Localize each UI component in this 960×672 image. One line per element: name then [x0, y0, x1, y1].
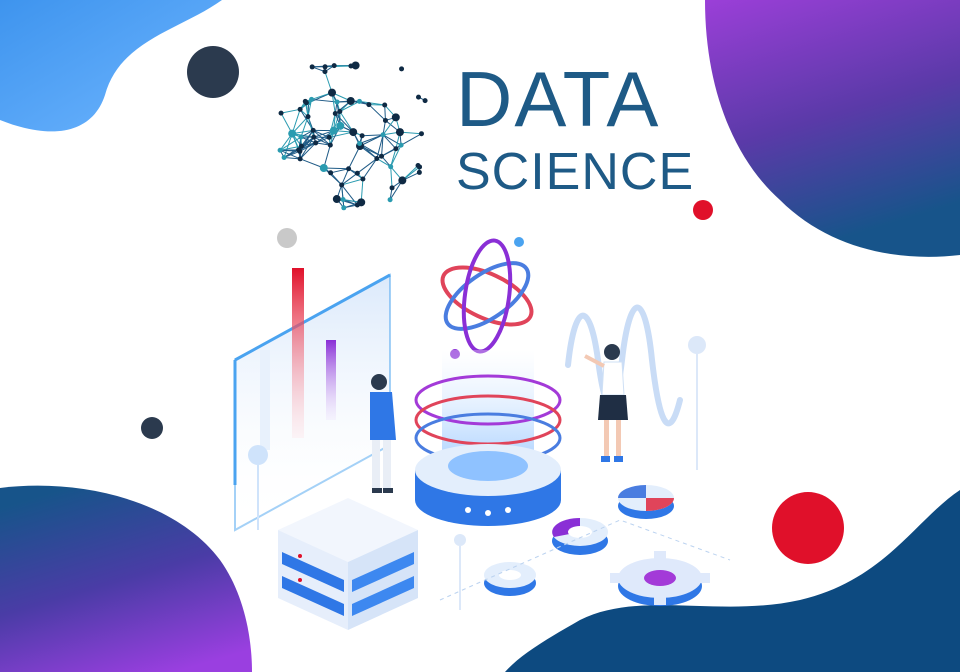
- dot-pole-right: [688, 336, 706, 354]
- dot-red-large: [772, 492, 844, 564]
- chart-bar-red: [292, 268, 304, 438]
- pie-chart-right: [618, 485, 674, 519]
- logo-line-science: SCIENCE: [456, 143, 695, 201]
- blob-bottom-left: [0, 485, 252, 672]
- dot-dark-top: [187, 46, 239, 98]
- pie-chart-middle: [552, 518, 608, 555]
- pie-chart-left: [484, 562, 536, 596]
- chart-bar-light: [260, 350, 270, 450]
- blob-bottom-right: [505, 490, 960, 672]
- bar-chart-panel: [233, 268, 391, 532]
- server-rack: [278, 498, 418, 630]
- blob-top-right: [705, 0, 960, 257]
- gear-icon: [610, 551, 710, 606]
- chart-bar-purple: [326, 340, 336, 420]
- network-globe-icon: [277, 61, 428, 211]
- logo-line-data: DATA: [456, 55, 661, 143]
- atom-icon: [440, 237, 534, 359]
- dot-dark-left: [141, 417, 163, 439]
- dot-grey: [277, 228, 297, 248]
- logo-title: DATA SCIENCE: [456, 60, 696, 198]
- person-woman: [584, 344, 628, 462]
- dot-red-small: [693, 200, 713, 220]
- hologram-platform: [414, 350, 562, 526]
